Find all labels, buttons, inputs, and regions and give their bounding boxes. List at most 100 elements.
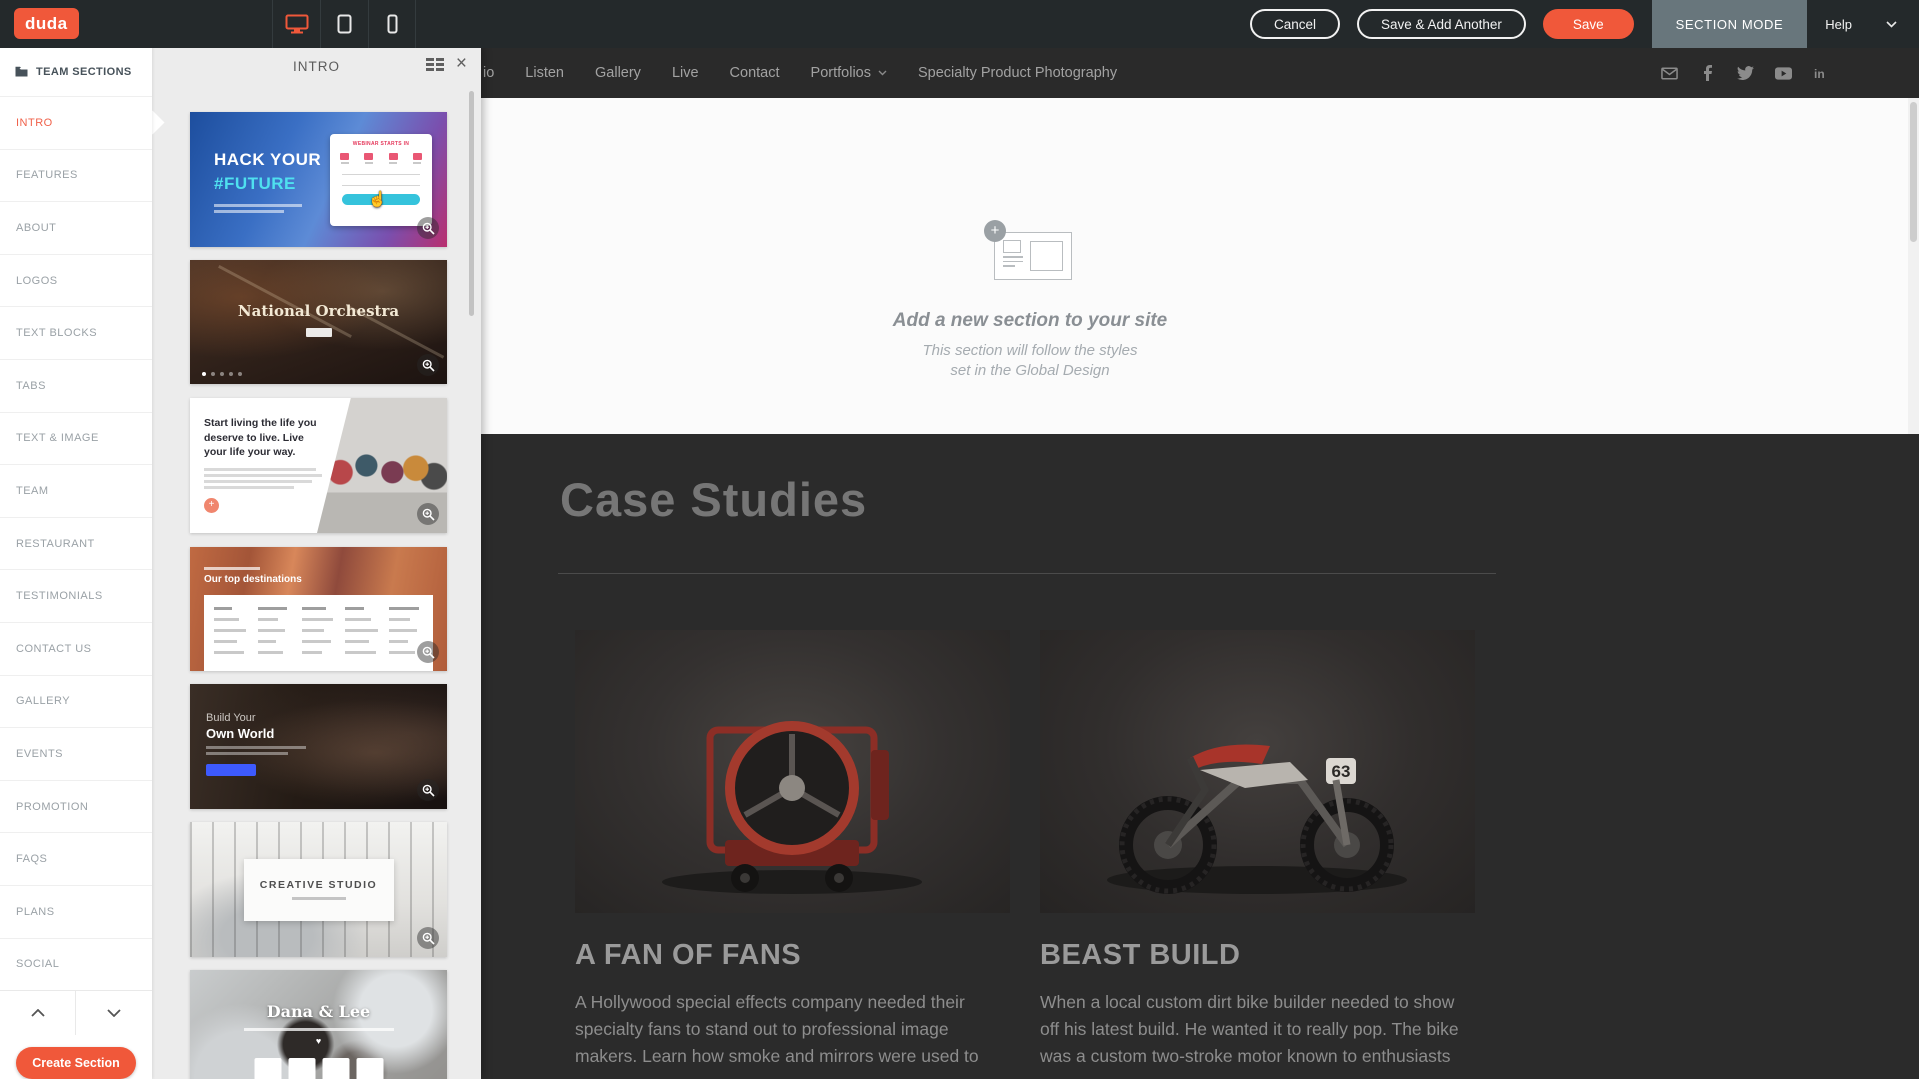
card-body: A Hollywood special effects company need… <box>575 989 1010 1070</box>
sidebar-item-events[interactable]: EVENTS <box>0 727 152 780</box>
section-thumbnail-dana-and-lee[interactable]: Dana & Lee ♥ <box>190 970 447 1079</box>
section-thumbnail-start-living[interactable]: Start living the life you deserve to liv… <box>190 398 447 533</box>
preview-zoom-icon[interactable] <box>417 641 439 663</box>
destinations-grid <box>204 595 433 671</box>
close-icon[interactable]: × <box>456 57 467 71</box>
sidebar-item-contact-us[interactable]: CONTACT US <box>0 622 152 675</box>
sidebar-item-restaurant[interactable]: RESTAURANT <box>0 517 152 570</box>
thumb-button <box>206 764 256 776</box>
sidebar-item-text-image[interactable]: TEXT & IMAGE <box>0 412 152 465</box>
desktop-view-button[interactable] <box>272 0 320 48</box>
sidebar-item-about[interactable]: ABOUT <box>0 201 152 254</box>
section-thumbnail-top-destinations[interactable]: Our top destinations <box>190 547 447 671</box>
section-thumbnail-build-your-own-world[interactable]: Build Your Own World <box>190 684 447 809</box>
sidebar-item-testimonials[interactable]: TESTIMONIALS <box>0 569 152 622</box>
sections-sidebar: TEAM SECTIONS INTRO FEATURESABOUT LOGOS TEX… <box>0 47 152 1079</box>
preview-zoom-icon[interactable] <box>417 354 439 376</box>
scroll-up-button[interactable] <box>0 991 76 1035</box>
site-scrollbar[interactable] <box>1908 98 1919 434</box>
placeholder-subtitle: This section will follow the styles set … <box>870 341 1190 382</box>
thumb-heading: #FUTURE <box>214 174 296 194</box>
cancel-button[interactable]: Cancel <box>1250 9 1340 39</box>
nav-label: Live <box>672 65 699 81</box>
heart-icon: ♥ <box>190 1036 447 1046</box>
tablet-view-button[interactable] <box>320 0 368 48</box>
webinar-label: WEBINAR STARTS IN <box>338 141 424 147</box>
preview-zoom-icon[interactable] <box>417 217 439 239</box>
sidebar-item-tabs[interactable]: TABS <box>0 359 152 412</box>
facebook-icon[interactable] <box>1699 65 1716 82</box>
chevron-down-icon <box>107 1009 121 1017</box>
sidebar-item-label: PLANS <box>16 906 55 918</box>
card-title: A FAN OF FANS <box>575 939 1010 972</box>
help-label: Help <box>1825 17 1852 32</box>
desktop-icon <box>285 14 309 34</box>
case-study-card-bike: 63 BEAST BUILD When a local custom dirt … <box>1040 630 1475 1070</box>
add-section-placeholder[interactable]: + Add a new section to your site This se… <box>870 98 1190 382</box>
sidebar-item-label: TEAM <box>16 485 49 497</box>
mail-icon[interactable] <box>1661 65 1678 82</box>
sidebar-item-text-blocks[interactable]: TEXT BLOCKS <box>0 306 152 359</box>
site-nav-gallery[interactable]: Gallery <box>595 65 641 81</box>
sidebar-item-gallery[interactable]: GALLERY <box>0 675 152 728</box>
save-add-another-button[interactable]: Save & Add Another <box>1357 9 1526 39</box>
sidebar-item-logos[interactable]: LOGOS <box>0 254 152 307</box>
section-thumbnail-creative-studio[interactable]: CREATIVE STUDIO <box>190 822 447 957</box>
sidebar-item-intro[interactable]: INTRO <box>0 96 152 149</box>
youtube-icon[interactable] <box>1775 65 1792 82</box>
linkedin-icon[interactable]: in <box>1813 65 1830 82</box>
mobile-view-button[interactable] <box>368 0 416 48</box>
thumb-title: Dana & Lee <box>190 1002 447 1021</box>
site-nav-listen[interactable]: Listen <box>525 65 564 81</box>
case-study-card-fan: A FAN OF FANS A Hollywood special effect… <box>575 630 1010 1070</box>
site-nav-portfolios[interactable]: Portfolios <box>811 65 887 81</box>
chevron-up-icon <box>31 1009 45 1017</box>
create-section-button[interactable]: Create Section <box>16 1047 136 1079</box>
panel-scrollbar[interactable] <box>469 91 474 316</box>
help-menu[interactable]: Help <box>1807 17 1919 32</box>
sidebar-item-label: INTRO <box>16 117 53 129</box>
nav-label: io <box>483 65 494 81</box>
grid-view-icon[interactable] <box>426 58 444 71</box>
thumb-heading: HACK YOUR <box>214 150 321 170</box>
preview-zoom-icon[interactable] <box>417 503 439 525</box>
case-studies-section: Case Studies <box>481 434 1919 1079</box>
intro-sections-panel: INTRO × HACK YOUR #FUTURE WEBINAR STARTS… <box>152 47 481 1079</box>
sidebar-item-team[interactable]: TEAM <box>0 464 152 517</box>
nav-label: Portfolios <box>811 65 871 81</box>
thumb-heading: Our top destinations <box>204 574 302 585</box>
preview-zoom-icon[interactable] <box>417 779 439 801</box>
sidebar-item-label: LOGOS <box>16 275 58 287</box>
section-thumbnail-national-orchestra[interactable]: National Orchestra <box>190 260 447 384</box>
placeholder-title: Add a new section to your site <box>870 310 1190 332</box>
plus-icon: + <box>204 498 219 513</box>
sidebar-item-faqs[interactable]: FAQS <box>0 832 152 885</box>
sidebar-item-features[interactable]: FEATURES <box>0 149 152 202</box>
site-nav-io[interactable]: io <box>483 65 494 81</box>
save-button[interactable]: Save <box>1543 9 1634 39</box>
site-nav-contact[interactable]: Contact <box>730 65 780 81</box>
card-body: When a local custom dirt bike builder ne… <box>1040 989 1475 1070</box>
sidebar-item-promotion[interactable]: PROMOTION <box>0 780 152 833</box>
sidebar-item-social[interactable]: SOCIAL <box>0 938 152 991</box>
sidebar-item-label: PROMOTION <box>16 801 88 813</box>
toolbar-actions: Cancel Save & Add Another Save SECTION M… <box>1233 0 1919 48</box>
sidebar-item-label: SOCIAL <box>16 958 59 970</box>
preview-zoom-icon[interactable] <box>417 927 439 949</box>
sidebar-item-plans[interactable]: PLANS <box>0 885 152 938</box>
thumb-heading: Own World <box>206 726 274 741</box>
chevron-down-icon <box>1886 21 1897 28</box>
chevron-down-icon <box>878 70 887 76</box>
nav-label: Specialty Product Photography <box>918 65 1117 81</box>
site-nav-live[interactable]: Live <box>672 65 699 81</box>
svg-text:in: in <box>1814 67 1825 81</box>
twitter-icon[interactable] <box>1737 65 1754 82</box>
sidebar-header: TEAM SECTIONS <box>0 47 152 96</box>
duda-logo[interactable]: duda <box>14 8 79 39</box>
scroll-down-button[interactable] <box>76 991 152 1035</box>
nav-label: Listen <box>525 65 564 81</box>
site-nav-specialty-product-photography[interactable]: Specialty Product Photography <box>918 65 1117 81</box>
section-thumbnail-hack-your-future[interactable]: HACK YOUR #FUTURE WEBINAR STARTS IN ☝ <box>190 112 447 247</box>
plus-icon: + <box>984 220 1006 242</box>
folder-icon <box>15 66 28 77</box>
